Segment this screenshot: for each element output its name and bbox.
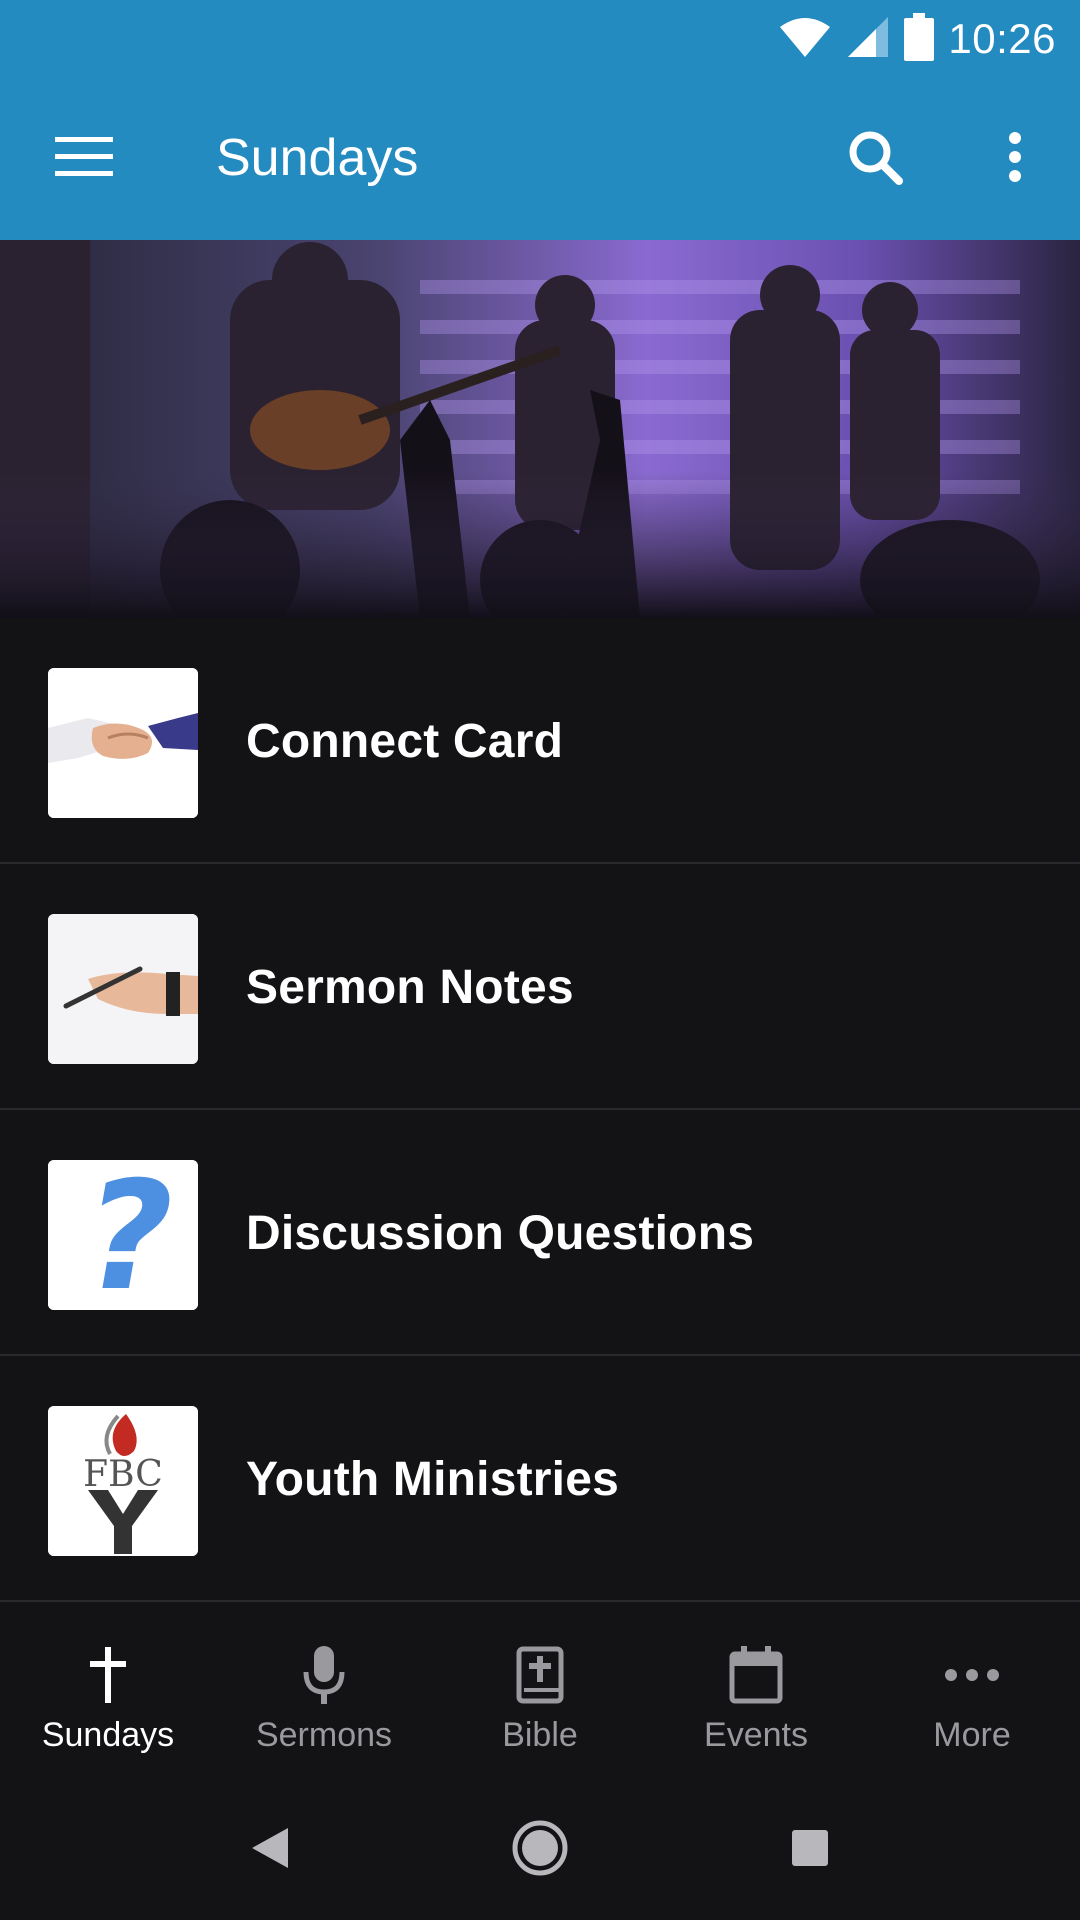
status-time: 10:26 <box>948 15 1056 62</box>
status-bar: 10:26 <box>0 0 1080 78</box>
search-icon <box>847 129 903 190</box>
hand-writing-image <box>48 914 198 1064</box>
question-mark-image: ? <box>48 1160 198 1310</box>
bottom-navigation: Sundays Sermons Bible Events More <box>0 1604 1080 1778</box>
search-button[interactable] <box>830 114 920 204</box>
app-bar: Sundays <box>0 78 1080 240</box>
back-button[interactable] <box>228 1808 312 1892</box>
list-item-connect-card[interactable]: Connect Card <box>0 618 1080 864</box>
list-item-youth-ministries[interactable]: FBC Youth Ministries <box>0 1356 1080 1602</box>
status-icons: 10:26 <box>778 12 1056 66</box>
page-title: Sundays <box>216 129 419 187</box>
list-item-label: Discussion Questions <box>246 1206 755 1260</box>
nav-label: Sundays <box>41 1716 175 1754</box>
recents-icon <box>790 1828 830 1873</box>
list-item-sermon-notes[interactable]: Sermon Notes <box>0 864 1080 1110</box>
hero-image <box>0 240 1080 618</box>
fbc-youth-logo: FBC <box>48 1406 198 1556</box>
handshake-image <box>48 668 198 818</box>
nav-label: Events <box>704 1716 808 1754</box>
nav-tab-more[interactable]: More <box>864 1604 1080 1778</box>
battery-icon <box>904 12 935 66</box>
home-icon <box>511 1819 569 1882</box>
nav-tab-sermons[interactable]: Sermons <box>216 1604 432 1778</box>
more-vertical-icon <box>1007 131 1023 187</box>
hamburger-menu-icon <box>55 136 113 182</box>
nav-tab-sundays[interactable]: Sundays <box>0 1604 216 1778</box>
menu-button[interactable] <box>36 114 132 204</box>
more-horizontal-icon <box>937 1640 1007 1710</box>
list-item-label: Youth Ministries <box>246 1452 619 1506</box>
bible-icon <box>505 1640 575 1710</box>
overflow-menu-button[interactable] <box>970 114 1060 204</box>
nav-tab-events[interactable]: Events <box>648 1604 864 1778</box>
wifi-icon <box>778 15 832 64</box>
home-button[interactable] <box>498 1808 582 1892</box>
recents-button[interactable] <box>768 1808 852 1892</box>
calendar-icon <box>721 1640 791 1710</box>
list-item-discussion-questions[interactable]: ? Discussion Questions <box>0 1110 1080 1356</box>
nav-label: More <box>933 1716 1011 1754</box>
list-item-label: Connect Card <box>246 714 564 768</box>
back-icon <box>250 1826 290 1875</box>
fbc-logo-text: FBC <box>83 1454 163 1495</box>
nav-label: Bible <box>502 1716 578 1754</box>
cross-icon <box>73 1640 143 1710</box>
signal-icon <box>846 15 890 64</box>
list-item-label: Sermon Notes <box>246 960 574 1014</box>
microphone-icon <box>289 1640 359 1710</box>
system-navigation-bar <box>0 1778 1080 1920</box>
content-list: Connect Card Sermon Notes ? Discussion Q… <box>0 618 1080 1602</box>
nav-label: Sermons <box>255 1716 393 1754</box>
nav-tab-bible[interactable]: Bible <box>432 1604 648 1778</box>
